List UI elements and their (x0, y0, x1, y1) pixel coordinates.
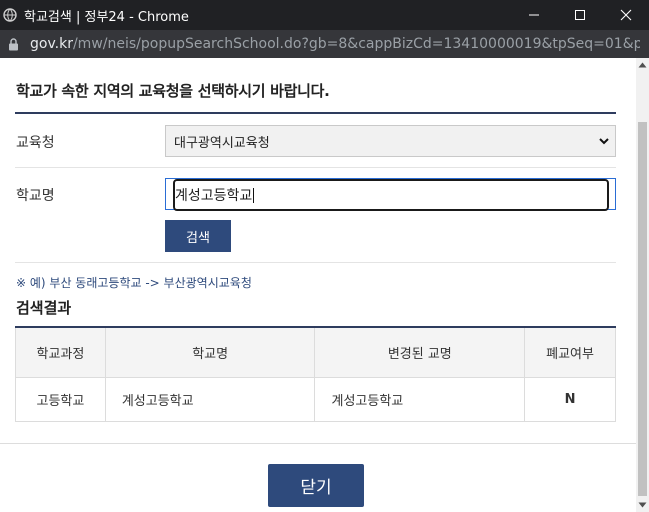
window-controls (511, 0, 649, 30)
example-hint: ※ 예) 부산 동래고등학교 -> 부산광역시교육청 (16, 276, 252, 290)
office-select-value: 대구광역시교육청 (174, 135, 270, 151)
window-title: 학교검색 | 정부24 - Chrome (24, 9, 189, 25)
url-path: /mw/neis/popupSearchSchool.do?gb=8&cappB… (72, 36, 640, 52)
footer-divider (0, 443, 636, 444)
office-label: 교육청 (16, 135, 55, 151)
office-select[interactable]: 대구광역시교육청 (165, 125, 616, 157)
header-closed: 폐교여부 (524, 327, 616, 378)
results-table: 학교과정 학교명 변경된 교명 폐교여부 고등학교 계성고등학교 계성고등학교 … (15, 326, 616, 422)
scrollbar[interactable] (636, 58, 649, 512)
scroll-up-icon[interactable] (636, 58, 649, 72)
cell-changed-name: 계성고등학교 (314, 376, 526, 422)
url-host: gov.kr (30, 36, 73, 52)
page-headline: 학교가 속한 지역의 교육청을 선택하시기 바랍니다. (16, 82, 330, 100)
minimize-icon[interactable] (511, 0, 557, 30)
table-header-row: 학교과정 학교명 변경된 교명 폐교여부 (15, 327, 616, 378)
globe-icon (2, 7, 18, 23)
cell-school-name[interactable]: 계성고등학교 (104, 376, 316, 422)
scroll-down-icon[interactable] (636, 498, 649, 512)
text-caret (253, 187, 255, 203)
address-bar: gov.kr/mw/neis/popupSearchSchool.do?gb=8… (0, 30, 649, 58)
headline-divider (15, 112, 616, 114)
page-content: 학교가 속한 지역의 교육청을 선택하시기 바랍니다. 교육청 대구광역시교육청… (0, 58, 649, 512)
close-icon[interactable] (603, 0, 649, 30)
school-input-value: 계성고등학교 (175, 188, 253, 204)
table-row[interactable]: 고등학교 계성고등학교 계성고등학교 N (15, 376, 616, 422)
form-divider (15, 167, 616, 168)
search-button[interactable]: 검색 (165, 220, 231, 252)
form-divider-2 (15, 262, 616, 263)
school-input[interactable]: 계성고등학교 (173, 179, 609, 211)
results-title: 검색결과 (16, 299, 72, 317)
lock-icon (8, 37, 20, 51)
school-label: 학교명 (16, 188, 55, 204)
header-course: 학교과정 (15, 327, 106, 378)
window-titlebar: 학교검색 | 정부24 - Chrome (0, 0, 649, 30)
maximize-icon[interactable] (557, 0, 603, 30)
school-input-frame: 계성고등학교 (165, 178, 616, 211)
header-school-name: 학교명 (104, 327, 316, 378)
scrollbar-thumb[interactable] (638, 122, 647, 496)
chevron-down-icon (597, 134, 611, 148)
close-button[interactable]: 닫기 (268, 464, 364, 507)
cell-closed: N (524, 376, 616, 422)
header-changed-name: 변경된 교명 (314, 327, 526, 378)
url-text[interactable]: gov.kr/mw/neis/popupSearchSchool.do?gb=8… (30, 36, 640, 52)
cell-course: 고등학교 (15, 376, 106, 422)
